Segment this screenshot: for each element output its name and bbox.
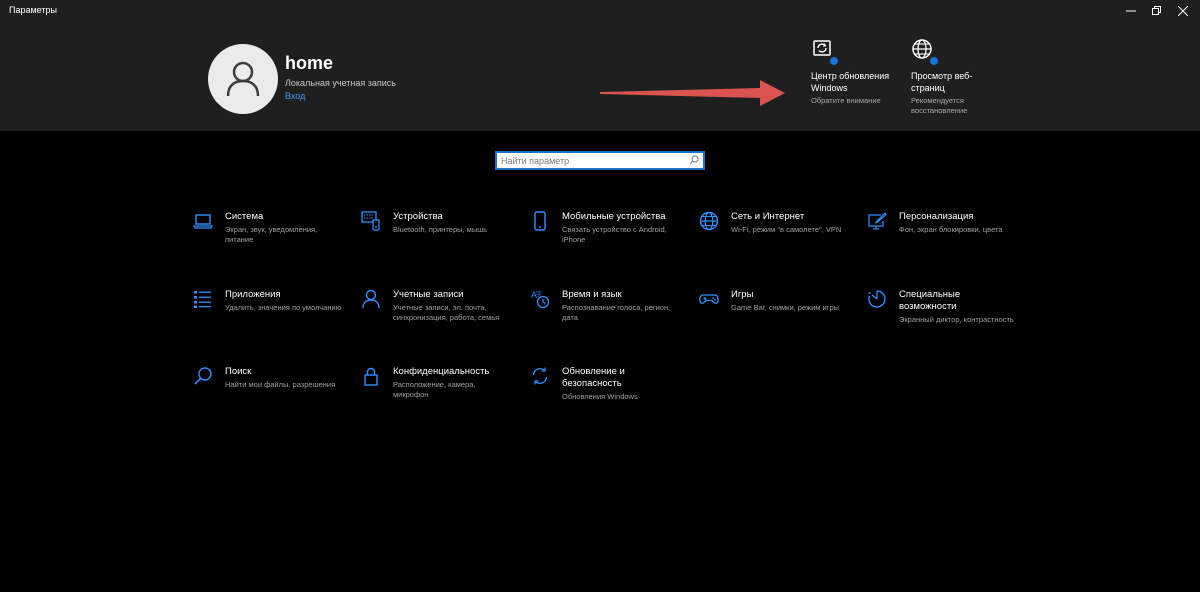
attention-dot <box>829 56 839 66</box>
category-description: Найти мои файлы, разрешения <box>225 380 336 389</box>
category-system[interactable]: Система Экран, звук, уведомления, питани… <box>193 211 343 245</box>
category-description: Wi-Fi, режим "в самолете", VPN <box>731 225 842 234</box>
category-title: Мобильные устройства <box>562 211 666 222</box>
search-icon[interactable] <box>689 155 699 165</box>
category-network[interactable]: Сеть и Интернет Wi-Fi, режим "в самолете… <box>699 211 849 235</box>
category-description: Обновления Windows <box>562 392 638 401</box>
category-devices[interactable]: Устройства Bluetooth, принтеры, мышь <box>361 211 511 235</box>
category-accessibility[interactable]: Специальные возможности Экранный диктор,… <box>867 289 1017 325</box>
category-apps[interactable]: Приложения Удалить, значения по умолчани… <box>193 289 343 313</box>
lock-icon <box>364 367 378 386</box>
settings-search <box>495 151 705 170</box>
account-header: home Локальная учетная запись Вход Центр… <box>0 22 1200 131</box>
quick-action-subtitle: Обратите внимание <box>811 96 881 105</box>
accessibility-icon <box>868 290 886 308</box>
title-bar: Параметры <box>0 0 1200 22</box>
category-description: Экранный диктор, контрастность <box>899 315 1014 324</box>
person-icon <box>362 289 380 309</box>
account-name: home <box>285 53 334 73</box>
category-title: Конфиденциальность <box>393 366 490 377</box>
category-personalization[interactable]: Персонализация Фон, экран блокировки, цв… <box>867 211 1017 235</box>
account-type: Локальная учетная запись <box>285 78 396 88</box>
category-privacy[interactable]: Конфиденциальность Расположение, камера,… <box>361 366 511 400</box>
window-title: Параметры <box>9 5 57 15</box>
category-title: Система <box>225 211 264 222</box>
category-mobile-devices[interactable]: Мобильные устройства Связать устройство … <box>530 211 680 245</box>
category-description: Экран, звук, уведомления, питание <box>225 225 318 244</box>
close-button[interactable] <box>1166 0 1200 22</box>
category-title: Устройства <box>393 211 443 222</box>
keyboard-devices-icon <box>361 211 380 231</box>
category-search[interactable]: Поиск Найти мои файлы, разрешения <box>193 366 343 390</box>
gamepad-icon <box>699 294 719 304</box>
category-title: Учетные записи <box>393 289 464 300</box>
category-description: Учетные записи, эл. почта, синхронизация… <box>393 303 500 322</box>
category-time-language[interactable]: A 字 Время и язык Распознавание голоса, р… <box>530 289 680 323</box>
quick-action-web-browsing[interactable]: Просмотр веб-страниц Рекомендуется восст… <box>911 38 1001 116</box>
search-icon <box>194 367 212 385</box>
apps-list-icon <box>194 291 211 308</box>
globe-icon <box>911 38 939 66</box>
quick-action-windows-update[interactable]: Центр обновления Windows Обратите вниман… <box>811 38 901 106</box>
category-description: Расположение, камера, микрофон <box>393 380 476 399</box>
category-description: Распознавание голоса, регион, дата <box>562 303 671 322</box>
category-title: Персонализация <box>899 211 974 222</box>
signin-link[interactable]: Вход <box>285 91 305 101</box>
category-gaming[interactable]: Игры Game Bar, снимки, режим игры <box>699 289 849 313</box>
category-title: Специальные возможности <box>899 289 961 312</box>
time-language-icon: A 字 <box>531 290 550 309</box>
annotation-arrow-icon <box>600 80 785 106</box>
quick-action-subtitle: Рекомендуется восстановление <box>911 96 968 115</box>
restore-icon <box>1152 6 1161 15</box>
category-title: Поиск <box>225 366 252 377</box>
person-icon <box>226 61 260 97</box>
category-description: Game Bar, снимки, режим игры <box>731 303 839 312</box>
phone-icon <box>534 211 546 231</box>
category-title: Игры <box>731 289 754 300</box>
category-title: Время и язык <box>562 289 622 300</box>
close-icon <box>1178 6 1188 16</box>
quick-action-title: Центр обновления Windows <box>811 71 890 93</box>
category-description: Фон, экран блокировки, цвета <box>899 225 1003 234</box>
category-update-security[interactable]: Обновление и безопасность Обновления Win… <box>530 366 680 402</box>
quick-action-title: Просмотр веб-страниц <box>911 71 973 93</box>
category-accounts[interactable]: Учетные записи Учетные записи, эл. почта… <box>361 289 511 323</box>
update-sync-icon <box>532 367 548 385</box>
category-title: Обновление и безопасность <box>562 366 625 389</box>
category-description: Удалить, значения по умолчанию <box>225 303 342 312</box>
category-title: Приложения <box>225 289 281 300</box>
search-input[interactable] <box>501 154 681 168</box>
attention-dot <box>929 56 939 66</box>
paint-icon <box>868 212 887 230</box>
category-description: Bluetooth, принтеры, мышь <box>393 225 488 234</box>
avatar[interactable] <box>208 44 278 114</box>
minimize-icon <box>1126 10 1136 12</box>
globe-icon <box>699 211 719 231</box>
laptop-icon <box>193 214 213 229</box>
category-title: Сеть и Интернет <box>731 211 805 222</box>
windows-update-icon <box>811 38 839 66</box>
category-description: Связать устройство с Android, iPhone <box>562 225 667 244</box>
